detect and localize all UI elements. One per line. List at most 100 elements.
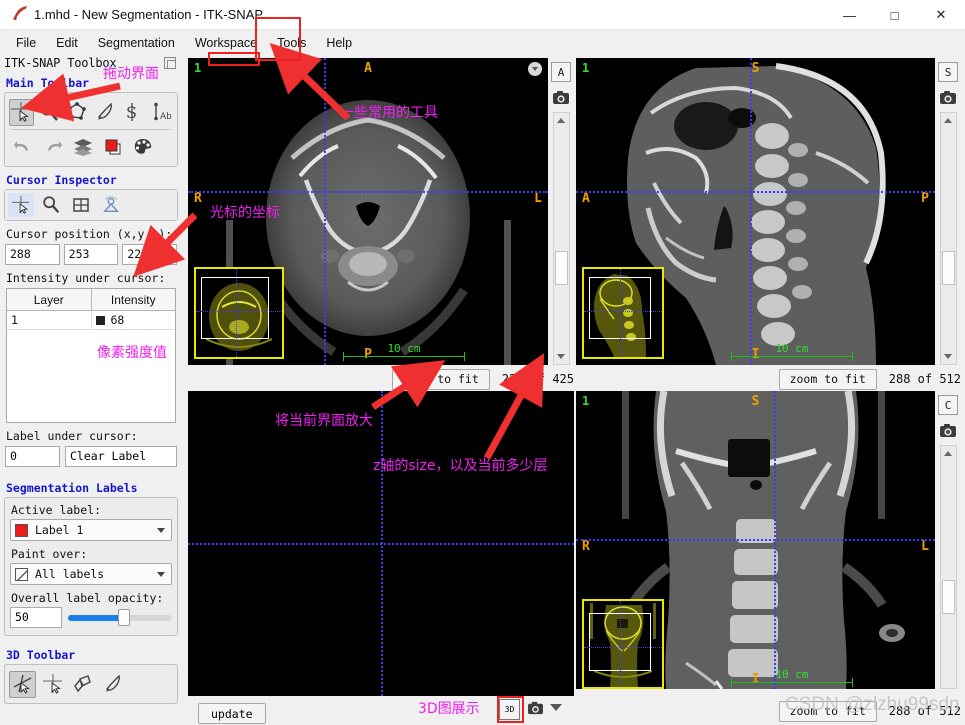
annotation-3d-display: 3D图展示 [418, 701, 480, 717]
main-toolbar-group: S Ab [4, 92, 178, 167]
active-label-value: Label 1 [35, 523, 84, 537]
3d-crosshair-icon[interactable] [39, 671, 66, 698]
slider-knob[interactable] [117, 609, 130, 626]
sagittal-view-letter-button[interactable]: S [938, 62, 958, 82]
layers-icon[interactable] [69, 134, 96, 161]
cell-layer: 1 [7, 311, 92, 329]
coronal-crosshair-horizontal[interactable] [576, 539, 935, 541]
coronal-slice-scrollbar[interactable] [939, 445, 957, 689]
coronal-thumbnail[interactable] [582, 599, 664, 689]
cursor-y-input[interactable]: 253 [63, 244, 119, 265]
snake-tool-icon[interactable]: S [120, 99, 145, 126]
cursor-position-label: Cursor position (x,y,z): [6, 227, 173, 241]
intensity-label: Intensity under cursor: [6, 271, 166, 285]
cursor-x-input[interactable]: 288 [5, 244, 60, 265]
column-header-intensity: Intensity [91, 289, 175, 310]
menu-tools[interactable]: Tools [267, 33, 316, 53]
inspector-tab-cursor-icon[interactable] [8, 193, 34, 217]
axial-orientation-right: L [534, 191, 542, 206]
cursor-z-input[interactable]: 223 [122, 244, 178, 265]
axial-view-letter-button[interactable]: A [551, 62, 571, 82]
coronal-orientation-right: L [921, 539, 929, 554]
axial-crosshair-horizontal[interactable] [188, 191, 548, 193]
zoom-pan-tool-icon[interactable] [37, 99, 62, 126]
menu-help[interactable]: Help [316, 33, 362, 53]
undock-icon[interactable] [164, 57, 176, 69]
coronal-view[interactable]: 1 S R L I 10 cm [576, 391, 935, 689]
scrollbar-thumb[interactable] [941, 251, 955, 285]
menu-file[interactable]: File [6, 33, 46, 53]
scale-bar-line [731, 678, 853, 687]
window-title: 1.mhd - New Segmentation - ITK-SNAP [34, 7, 264, 22]
axial-thumbnail[interactable] [194, 267, 284, 359]
menu-segmentation[interactable]: Segmentation [88, 33, 185, 53]
scroll-up-arrow-icon[interactable] [940, 113, 956, 128]
scroll-up-arrow-icon[interactable] [553, 113, 569, 128]
label-name-field[interactable]: Clear Label [65, 446, 177, 467]
toolbar-divider [11, 129, 171, 130]
csdn-watermark: CSDN @zlzhu99sdn [785, 694, 960, 715]
3d-spraypaint-icon[interactable] [69, 671, 96, 698]
axial-crosshair-vertical[interactable] [324, 58, 326, 365]
scale-bar-line [731, 352, 853, 361]
coronal-camera-icon[interactable] [938, 420, 958, 440]
sagittal-view[interactable]: 1 S A P I 10 cm [576, 58, 935, 365]
sagittal-crosshair-vertical[interactable] [750, 58, 752, 365]
coronal-scale-label: 10 cm [775, 668, 809, 681]
sagittal-zoom-to-fit-button[interactable]: zoom to fit [778, 368, 877, 390]
render3d-mode-button[interactable]: 3D [499, 699, 520, 720]
axial-zoom-to-fit-button[interactable]: zoom to fit [391, 368, 490, 390]
opacity-input[interactable]: 50 [10, 607, 62, 628]
minimize-button[interactable]: — [827, 0, 872, 30]
inspector-tab-layout-icon[interactable] [68, 193, 94, 217]
paint-over-value: All labels [35, 567, 105, 581]
menu-edit[interactable]: Edit [46, 33, 88, 53]
redo-icon[interactable] [39, 134, 66, 161]
opacity-slider[interactable] [68, 609, 172, 627]
render3d-update-button[interactable]: update [198, 703, 266, 724]
menu-workspace[interactable]: Workspace [185, 33, 267, 53]
sagittal-crosshair-horizontal[interactable] [576, 191, 935, 193]
toolbar-3d-group [4, 664, 178, 704]
paintbrush-tool-icon[interactable] [92, 99, 117, 126]
coronal-view-letter-button[interactable]: C [938, 395, 958, 415]
chevron-down-icon [157, 571, 165, 577]
scroll-down-arrow-icon[interactable] [940, 349, 956, 364]
axial-layer-number: 1 [194, 61, 202, 75]
table-row[interactable]: 1 68 [7, 311, 175, 330]
coronal-layer-number: 1 [582, 394, 590, 408]
active-label-dropdown[interactable]: Label 1 [10, 519, 172, 541]
sagittal-status-bar: zoom to fit 288 of 512 [576, 367, 961, 391]
crosshair-tool-icon[interactable] [9, 98, 34, 126]
intensity-value: 68 [110, 313, 125, 327]
scrollbar-thumb[interactable] [554, 251, 568, 285]
palette-icon[interactable] [129, 134, 156, 161]
inspector-tab-zoom-icon[interactable] [38, 193, 64, 217]
maximize-button[interactable]: □ [872, 0, 917, 30]
inspector-tab-3d-icon[interactable] [98, 193, 124, 217]
render3d-chevron-down-icon[interactable] [550, 704, 562, 711]
undo-icon[interactable] [9, 134, 36, 161]
render3d-camera-icon[interactable] [527, 701, 544, 720]
polygon-tool-icon[interactable] [65, 99, 90, 126]
render-3d-view[interactable] [188, 391, 574, 696]
scroll-down-arrow-icon[interactable] [553, 349, 569, 364]
axial-camera-icon[interactable] [551, 87, 571, 107]
close-button[interactable]: ✕ [917, 0, 965, 30]
axial-expand-chevron-icon[interactable] [528, 62, 542, 76]
sagittal-thumbnail[interactable] [582, 267, 664, 359]
3d-crosshair-scalpel-icon[interactable] [9, 670, 36, 698]
sagittal-camera-icon[interactable] [938, 87, 958, 107]
label-id-input[interactable]: 0 [5, 446, 60, 467]
toolbox-title: ITK-SNAP Toolbox [4, 56, 117, 70]
scroll-up-arrow-icon[interactable] [940, 446, 956, 461]
axial-slice-scrollbar[interactable] [552, 112, 570, 365]
paint-over-dropdown[interactable]: All labels [10, 563, 172, 585]
3d-brush-icon[interactable] [99, 671, 126, 698]
segmentation-labels-title: Segmentation Labels [6, 481, 138, 495]
sagittal-slice-indicator: 288 of 512 [888, 372, 961, 386]
label-color-icon[interactable] [99, 134, 126, 161]
scrollbar-thumb[interactable] [941, 580, 955, 614]
sagittal-slice-scrollbar[interactable] [939, 112, 957, 365]
annotation-tool-icon[interactable]: Ab [148, 99, 173, 126]
